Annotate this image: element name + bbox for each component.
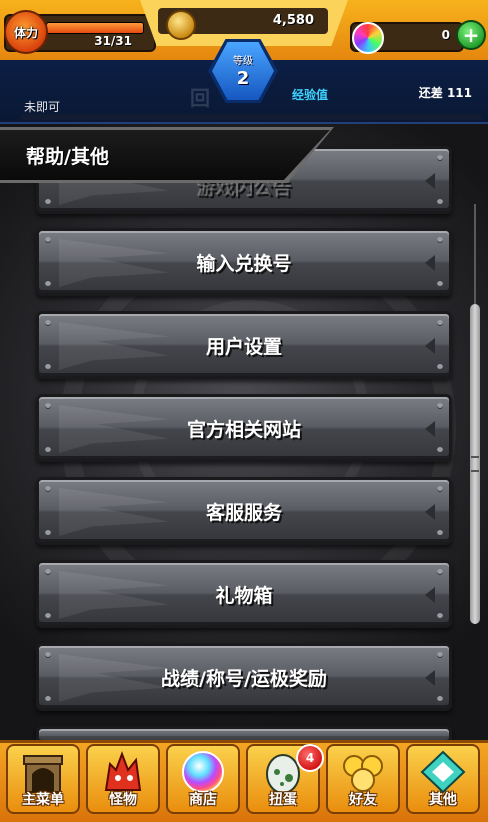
stamina-icon: 体力 bbox=[4, 10, 48, 54]
friends-icon bbox=[343, 755, 383, 792]
menu-button-user-settings[interactable]: 用户设置 bbox=[36, 311, 452, 379]
menu-button-redeem-code[interactable]: 输入兑换号 bbox=[36, 228, 452, 296]
menu-button-label: 用户设置 bbox=[205, 335, 282, 358]
rainbow-orb-icon bbox=[182, 751, 224, 793]
nav-label: 扭蛋 bbox=[269, 792, 297, 808]
menu-button-label: 战绩/称号/运极奖励 bbox=[161, 667, 327, 690]
menu-button-official-sites[interactable]: 官方相关网站 bbox=[36, 394, 452, 462]
gacha-notification-badge: 4 bbox=[296, 744, 324, 772]
menu-button-label: 客服服务 bbox=[205, 501, 282, 524]
scrollbar[interactable] bbox=[470, 204, 480, 624]
section-title: 帮助/其他 bbox=[26, 146, 109, 168]
coin-count: 4,580 bbox=[272, 13, 314, 28]
nav-label: 好友 bbox=[349, 792, 377, 808]
level-value: 2 bbox=[236, 68, 250, 89]
other-icon bbox=[420, 750, 466, 794]
monster-icon bbox=[104, 751, 142, 791]
castle-icon bbox=[23, 755, 63, 793]
nav-label: 怪物 bbox=[109, 792, 137, 808]
menu-list: 游戏内公告 输入兑换号 用户设置 官方相关网站 客服服务 礼物箱 战绩/称号/运… bbox=[0, 0, 488, 819]
stamina-label: 体力 bbox=[13, 25, 38, 40]
menu-button-achievements[interactable]: 战绩/称号/运极奖励 bbox=[36, 643, 452, 711]
scrollbar-grip-icon bbox=[471, 456, 479, 472]
menu-button-label: 官方相关网站 bbox=[186, 418, 301, 441]
nav-main-menu[interactable]: 主菜单 bbox=[6, 744, 80, 814]
menu-button-gift-box[interactable]: 礼物箱 bbox=[36, 560, 452, 628]
coin-icon bbox=[166, 10, 196, 40]
scrollbar-thumb[interactable] bbox=[470, 304, 480, 624]
menu-button-label: 礼物箱 bbox=[215, 584, 273, 607]
gem-count: 0 bbox=[441, 28, 450, 42]
nav-friends[interactable]: 好友 bbox=[326, 744, 400, 814]
menu-button-customer-service[interactable]: 客服服务 bbox=[36, 477, 452, 545]
nav-label: 商店 bbox=[189, 792, 217, 808]
nav-label: 其他 bbox=[429, 792, 457, 808]
nav-other[interactable]: 其他 bbox=[406, 744, 480, 814]
menu-button-label: 输入兑换号 bbox=[196, 252, 292, 275]
add-gems-button[interactable]: + bbox=[456, 20, 486, 50]
level-label: 等级 bbox=[233, 56, 253, 67]
gem-icon bbox=[352, 22, 384, 54]
nav-monsters[interactable]: 怪物 bbox=[86, 744, 160, 814]
nav-shop[interactable]: 商店 bbox=[166, 744, 240, 814]
nav-label: 主菜单 bbox=[22, 792, 64, 808]
